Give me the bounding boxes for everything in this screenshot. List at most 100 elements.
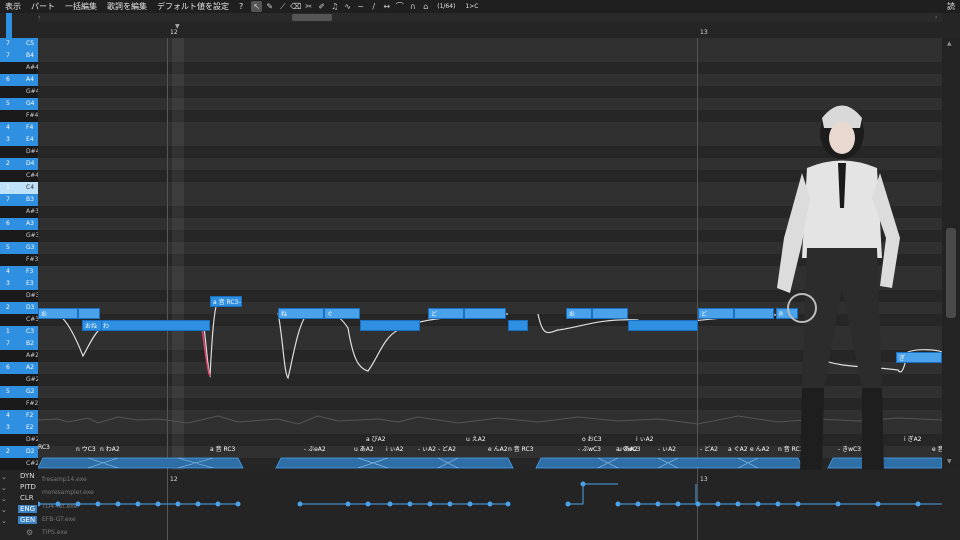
- envelope-point[interactable]: [715, 501, 721, 507]
- piano-key-a3[interactable]: 6 A3: [0, 218, 38, 230]
- menu-lyrics-edit[interactable]: 歌詞を編集: [102, 1, 152, 12]
- piano-key-g2[interactable]: 5 G2: [0, 386, 38, 398]
- piano-key-a4[interactable]: 6 A4: [0, 74, 38, 86]
- scroll-down-icon[interactable]: ▼: [947, 458, 952, 465]
- menu-default-values[interactable]: デフォルト値を設定: [152, 1, 234, 12]
- scroll-right-icon[interactable]: ›: [935, 14, 937, 21]
- piano-key-asharp3[interactable]: A#3: [0, 206, 39, 218]
- note[interactable]: [508, 320, 528, 331]
- piano-key-b4[interactable]: 7 B4: [0, 50, 38, 62]
- piano-key-f4[interactable]: 4 F4: [0, 122, 38, 134]
- note[interactable]: a 音 RC3→: [210, 296, 242, 307]
- scroll-up-icon[interactable]: ▲: [947, 40, 952, 47]
- note[interactable]: おね: [82, 320, 102, 331]
- parameter-panel[interactable]: ⌄ DYN ⌄ PITD ⌄ CLR ⌄ ENG ⌄ GEN ⚙ fresamp…: [0, 470, 960, 540]
- envelope-point[interactable]: [565, 501, 571, 507]
- note[interactable]: ぎ: [896, 352, 942, 363]
- corner-label[interactable]: 読: [942, 1, 960, 12]
- parameter-envelope[interactable]: [38, 470, 942, 540]
- piano-key-c4[interactable]: 1 C4: [0, 182, 38, 194]
- knife-icon[interactable]: ✂: [303, 1, 314, 12]
- param-dyn[interactable]: DYN: [20, 472, 35, 480]
- slash-icon[interactable]: /: [368, 1, 379, 12]
- menu-view[interactable]: 表示: [0, 1, 26, 12]
- piano-key-dsharp2[interactable]: D#2: [0, 434, 39, 446]
- piano-key-b2[interactable]: 7 B2: [0, 338, 38, 350]
- scroll-left-icon[interactable]: ‹: [38, 14, 40, 21]
- envelope-point[interactable]: [755, 501, 761, 507]
- envelope-point[interactable]: [297, 501, 303, 507]
- tie-icon[interactable]: ⌒: [394, 1, 405, 12]
- pencil-icon[interactable]: ✎: [264, 1, 275, 12]
- vibrato-icon[interactable]: ∿: [342, 1, 353, 12]
- envelope-point[interactable]: [155, 501, 161, 507]
- menu-part[interactable]: パート: [26, 1, 60, 12]
- piano-key-fsharp2[interactable]: F#2: [0, 398, 38, 410]
- envelope-point[interactable]: [427, 501, 433, 507]
- note[interactable]: [360, 320, 420, 331]
- envelope-point[interactable]: [615, 501, 621, 507]
- note[interactable]: [628, 320, 698, 331]
- envelope-point[interactable]: [655, 501, 661, 507]
- envelope-point[interactable]: [635, 501, 641, 507]
- piano-key-a2[interactable]: 6 A2: [0, 362, 38, 374]
- piano-key-asharp4[interactable]: A#4: [0, 62, 39, 74]
- piano-key-csharp2[interactable]: C#2: [0, 458, 39, 470]
- envelope-point[interactable]: [775, 501, 781, 507]
- line-pencil-icon[interactable]: ⟋: [277, 1, 288, 12]
- envelope-point[interactable]: [695, 501, 701, 507]
- piano-key-b3[interactable]: 7 B3: [0, 194, 38, 206]
- envelope-point[interactable]: [387, 501, 393, 507]
- note[interactable]: お: [38, 308, 78, 319]
- envelope-point[interactable]: [735, 501, 741, 507]
- piano-key-c5[interactable]: 7 C5: [0, 38, 38, 50]
- piano-key-f3[interactable]: 4 F3: [0, 266, 38, 278]
- horizontal-scroll-thumb[interactable]: [292, 14, 332, 21]
- piano-roll[interactable]: おわおね a 音 RC3→ ねぐ ど お ど R ぎ RC3 n ウC3 n わA2 a 音 RC3…: [38, 38, 942, 470]
- timeline-ruler[interactable]: ‹ › ▼ 12 13: [0, 13, 960, 38]
- note[interactable]: R: [776, 308, 798, 319]
- envelope-point[interactable]: [345, 501, 351, 507]
- envelope-point[interactable]: [875, 501, 881, 507]
- arrow-icon[interactable]: ↔: [381, 1, 392, 12]
- envelope-point[interactable]: [487, 501, 493, 507]
- envelope-point[interactable]: [915, 501, 921, 507]
- envelope-point[interactable]: [38, 501, 41, 507]
- menu-help[interactable]: ?: [234, 2, 248, 11]
- envelope-point[interactable]: [365, 501, 371, 507]
- envelope-point[interactable]: [467, 501, 473, 507]
- piano-key-f2[interactable]: 4 F2: [0, 410, 38, 422]
- piano-key-d3[interactable]: 2 D3: [0, 302, 38, 314]
- piano-key-e3[interactable]: 3 E3: [0, 278, 38, 290]
- envelope-point[interactable]: [505, 501, 511, 507]
- note[interactable]: ね: [278, 308, 324, 319]
- phoneme-lane[interactable]: RC3 n ウC3 n わA2 a 音 RC3 - ぶeA2 a びA2 u あA2 i ぃA…: [38, 430, 942, 470]
- note[interactable]: わ: [100, 320, 210, 331]
- param-gen[interactable]: GEN: [18, 516, 38, 524]
- envelope-point[interactable]: [175, 501, 181, 507]
- envelope-point[interactable]: [115, 501, 121, 507]
- piano-key-c3[interactable]: 1 C3: [0, 326, 38, 338]
- piano-key-e4[interactable]: 3 E4: [0, 134, 38, 146]
- piano-key-e2[interactable]: 3 E2: [0, 422, 38, 434]
- piano-key-d4[interactable]: 2 D4: [0, 158, 38, 170]
- piano-key-dsharp3[interactable]: D#3: [0, 290, 39, 302]
- piano-keyboard[interactable]: 7 C5 7 B4 A#4 6 A4 G#4 5 G4 F#4 4 F4 3 E4 D#4 2 D4 C#4 1 C4 7…: [0, 38, 40, 482]
- settings-gear-icon[interactable]: ⚙: [26, 528, 33, 537]
- param-eng[interactable]: ENG: [18, 505, 38, 513]
- envelope-point[interactable]: [235, 501, 241, 507]
- envelope-point[interactable]: [95, 501, 101, 507]
- left-scroll-handle[interactable]: [6, 13, 12, 38]
- param-dyn-chevron-icon[interactable]: ⌄: [1, 473, 7, 481]
- piano-key-csharp3[interactable]: C#3: [0, 314, 39, 326]
- note[interactable]: ど: [428, 308, 464, 319]
- param-pitd-chevron-icon[interactable]: ⌄: [1, 484, 7, 492]
- piano-key-csharp4[interactable]: C#4: [0, 170, 39, 182]
- eraser-icon[interactable]: ⌫: [290, 1, 301, 12]
- note[interactable]: [464, 308, 506, 319]
- envelope-point[interactable]: [215, 501, 221, 507]
- snap-icon[interactable]: ⌂: [420, 1, 431, 12]
- piano-key-dsharp4[interactable]: D#4: [0, 146, 39, 158]
- horizontal-scrollbar[interactable]: [38, 13, 942, 22]
- piano-key-fsharp3[interactable]: F#3: [0, 254, 38, 266]
